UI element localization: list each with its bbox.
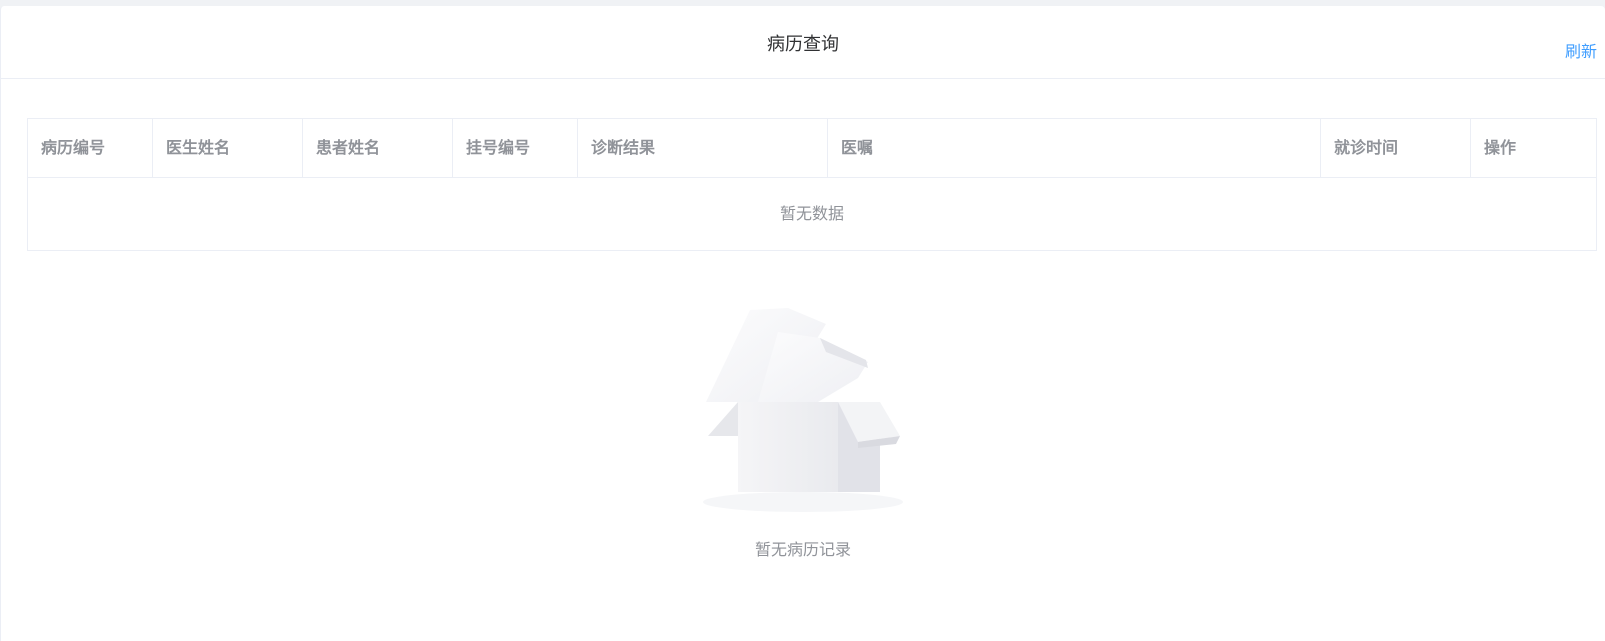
column-header-record-id: 病历编号 [28, 119, 153, 177]
medical-record-table: 病历编号 医生姓名 患者姓名 挂号编号 诊断结果 医嘱 就诊时间 操作 暂无数据 [27, 118, 1597, 251]
table-header: 病历编号 医生姓名 患者姓名 挂号编号 诊断结果 医嘱 就诊时间 操作 [28, 119, 1596, 178]
refresh-button[interactable]: 刷新 [1565, 41, 1597, 63]
column-header-doctor-name: 医生姓名 [153, 119, 303, 177]
column-header-doctor-advice: 医嘱 [828, 119, 1321, 177]
empty-box-icon [703, 308, 903, 512]
column-header-actions: 操作 [1484, 138, 1517, 157]
column-header-visit-time: 就诊时间 [1321, 119, 1471, 177]
empty-state: 暂无病历记录 [1, 306, 1605, 561]
column-header-patient-name: 患者姓名 [303, 119, 453, 177]
column-header-diagnosis: 诊断结果 [578, 119, 828, 177]
table-empty-text: 暂无数据 [779, 204, 844, 223]
page-title: 病历查询 [767, 34, 839, 55]
card-header: 病历查询 刷新 [1, 6, 1605, 79]
medical-record-card: 病历查询 刷新 病历编号 医生姓名 患者姓名 挂号编号 诊断结果 医嘱 就诊时间… [0, 6, 1605, 641]
empty-state-description: 暂无病历记录 [754, 540, 851, 559]
column-header-registration-id: 挂号编号 [453, 119, 578, 177]
